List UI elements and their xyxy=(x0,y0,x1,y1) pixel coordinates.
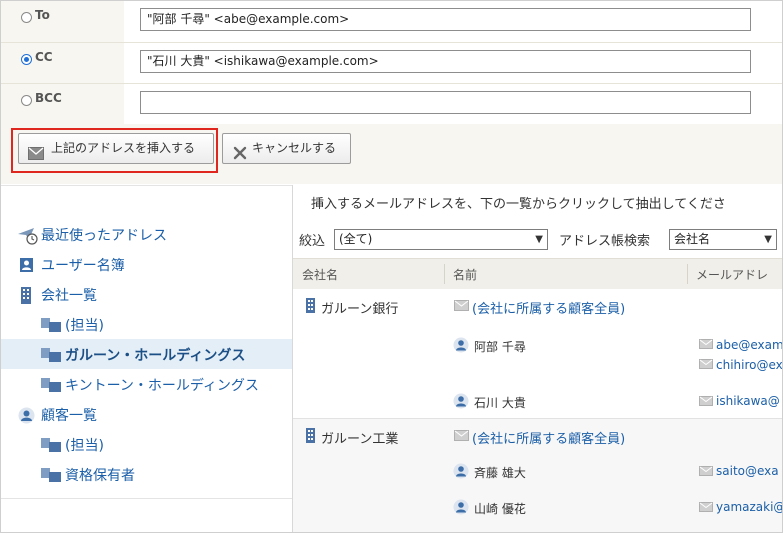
close-icon xyxy=(233,142,247,171)
recent-address-icon xyxy=(17,227,39,249)
address-list-pane: 挿入するメールアドレスを、下の一覧からクリックして抽出してくださ 絞込 (全て)… xyxy=(293,185,782,532)
address-insert-panel: To "阿部 千尋" <abe@example.com> CC "石川 大貴" … xyxy=(0,0,783,533)
nav-label: キントーン・ホールディングス xyxy=(65,378,259,394)
envelope-icon xyxy=(699,358,713,372)
nav-item-qualified[interactable]: 資格保有者 xyxy=(1,459,292,489)
bcc-label: BCC xyxy=(35,91,62,105)
envelope-icon xyxy=(454,430,469,444)
all-customers-link[interactable]: (会社に所属する顧客全員) xyxy=(472,298,625,317)
company-group: ガルーン工業 (会社に所属する顧客全員) 斉藤 雄大 saito@exa 山崎 … xyxy=(293,418,782,532)
filter-select-value: (全て) xyxy=(339,232,373,246)
nav-item-user-directory[interactable]: ユーザー名簿 xyxy=(1,249,292,279)
insert-address-button[interactable]: 上記のアドレスを挿入する xyxy=(18,133,214,164)
filter-select[interactable]: (全て) ▼ xyxy=(334,229,548,250)
recipient-row-to: To "阿部 千尋" <abe@example.com> xyxy=(1,1,782,42)
company-name: ガルーン銀行 xyxy=(321,302,399,317)
column-header-name: 名前 xyxy=(453,268,478,282)
search-field-select[interactable]: 会社名 ▼ xyxy=(669,229,777,250)
customer-icon xyxy=(18,407,35,428)
nav-label: ガルーン・ホールディングス xyxy=(65,348,246,364)
company-building-icon xyxy=(20,287,32,308)
nav-label: 最近使ったアドレス xyxy=(41,228,167,244)
nav-label: (担当) xyxy=(65,318,104,334)
cancel-label: キャンセルする xyxy=(252,141,337,155)
email-link[interactable]: ishikawa@ xyxy=(716,394,780,408)
instruction-text: 挿入するメールアドレスを、下の一覧からクリックして抽出してくださ xyxy=(311,197,726,212)
folder-icon xyxy=(40,317,62,337)
person-icon xyxy=(453,463,469,482)
person-name[interactable]: 石川 大貴 xyxy=(474,394,526,411)
column-header-email: メールアドレ xyxy=(696,268,769,282)
envelope-icon xyxy=(699,338,713,352)
insert-address-label: 上記のアドレスを挿入する xyxy=(51,141,196,155)
nav-item-customer-assigned[interactable]: (担当) xyxy=(1,429,292,459)
to-radio[interactable] xyxy=(21,12,32,23)
person-icon xyxy=(453,499,469,518)
nav-item-garoon-holdings[interactable]: ガルーン・ホールディングス xyxy=(1,339,292,369)
cc-label: CC xyxy=(35,50,53,64)
address-book-nav: 最近使ったアドレス ユーザー名簿 会社一覧 (担当) ガルーン・ホールディングス xyxy=(1,185,292,532)
person-icon xyxy=(453,337,469,356)
company-building-icon xyxy=(305,428,316,446)
column-header-company: 会社名 xyxy=(302,268,339,282)
nav-label: 顧客一覧 xyxy=(41,408,97,424)
search-select-value: 会社名 xyxy=(674,232,711,246)
person-icon xyxy=(453,393,469,412)
folder-icon xyxy=(40,437,62,457)
cc-radio[interactable] xyxy=(21,54,32,65)
cc-field[interactable]: "石川 大貴" <ishikawa@example.com> xyxy=(140,50,751,73)
company-group: ガルーン銀行 (会社に所属する顧客全員) 阿部 千尋 abe@exam chih… xyxy=(293,289,782,417)
email-link[interactable]: saito@exa xyxy=(716,464,779,478)
all-customers-link[interactable]: (会社に所属する顧客全員) xyxy=(472,428,625,447)
to-label: To xyxy=(35,8,50,22)
chevron-down-icon: ▼ xyxy=(535,234,543,245)
nav-label: (担当) xyxy=(65,438,104,454)
folder-icon xyxy=(40,347,62,367)
company-name: ガルーン工業 xyxy=(321,432,399,447)
nav-item-company-list[interactable]: 会社一覧 xyxy=(1,279,292,309)
person-name[interactable]: 阿部 千尋 xyxy=(474,338,526,355)
cancel-button[interactable]: キャンセルする xyxy=(222,133,351,164)
nav-item-kintone-holdings[interactable]: キントーン・ホールディングス xyxy=(1,369,292,399)
person-name[interactable]: 斉藤 雄大 xyxy=(474,464,526,481)
email-link[interactable]: yamazaki@ xyxy=(716,500,782,514)
bcc-radio[interactable] xyxy=(21,95,32,106)
email-link[interactable]: chihiro@ex xyxy=(716,358,782,372)
recipient-row-cc: CC "石川 大貴" <ishikawa@example.com> xyxy=(1,43,782,84)
envelope-icon xyxy=(699,465,713,479)
envelope-icon xyxy=(454,300,469,314)
folder-icon xyxy=(40,467,62,487)
user-directory-icon xyxy=(19,257,35,277)
recipient-row-bcc: BCC xyxy=(1,84,782,125)
person-name[interactable]: 山崎 優花 xyxy=(474,500,526,517)
nav-label: 資格保有者 xyxy=(65,468,135,484)
bcc-field[interactable] xyxy=(140,91,751,114)
nav-item-recent[interactable]: 最近使ったアドレス xyxy=(1,219,292,249)
filter-label: 絞込 xyxy=(299,234,326,249)
envelope-icon xyxy=(699,501,713,515)
nav-label: ユーザー名簿 xyxy=(41,258,125,274)
chevron-down-icon: ▼ xyxy=(764,234,772,245)
company-building-icon xyxy=(305,298,316,316)
address-table-header: 会社名 名前 メールアドレ xyxy=(293,258,782,290)
nav-item-customer-list[interactable]: 顧客一覧 xyxy=(1,399,292,429)
nav-item-company-assigned[interactable]: (担当) xyxy=(1,309,292,339)
envelope-icon xyxy=(699,395,713,409)
to-field[interactable]: "阿部 千尋" <abe@example.com> xyxy=(140,8,751,31)
envelope-icon xyxy=(28,142,44,171)
nav-label: 会社一覧 xyxy=(41,288,97,304)
search-label: アドレス帳検索 xyxy=(559,234,651,249)
email-link[interactable]: abe@exam xyxy=(716,338,782,352)
folder-icon xyxy=(40,377,62,397)
